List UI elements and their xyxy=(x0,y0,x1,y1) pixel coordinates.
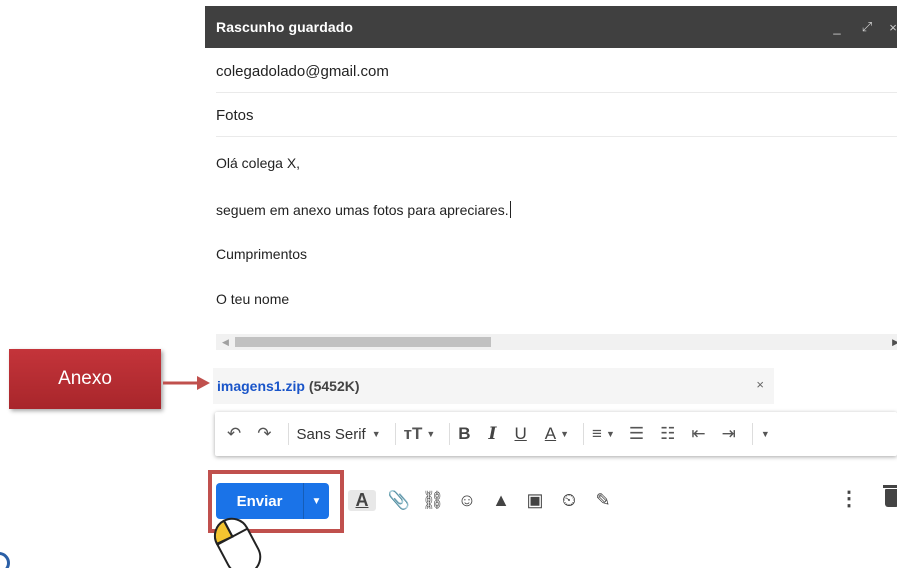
toolbar-divider xyxy=(751,423,753,445)
bold-button[interactable]: B xyxy=(458,424,470,444)
remove-attachment-icon[interactable]: × xyxy=(756,377,764,392)
text-cursor xyxy=(509,201,511,218)
underline-button[interactable]: U xyxy=(515,424,527,444)
chevron-down-icon[interactable]: ▼ xyxy=(372,429,381,439)
chevron-down-icon[interactable]: ▼ xyxy=(560,429,569,439)
chevron-down-icon[interactable]: ▼ xyxy=(426,429,435,439)
toolbar-divider xyxy=(449,423,451,445)
window-controls: _ ⤢ × xyxy=(829,6,897,48)
text-size-icon[interactable]: ᴛT xyxy=(404,424,423,444)
scroll-right-icon[interactable]: ▶ xyxy=(892,337,897,348)
subject-field[interactable]: Fotos xyxy=(216,94,897,137)
align-icon[interactable]: ≡ xyxy=(592,424,602,444)
redo-icon[interactable]: ↷ xyxy=(257,424,271,444)
minimize-icon[interactable]: _ xyxy=(829,20,845,35)
to-field-value: colegadolado@gmail.com xyxy=(216,62,389,80)
attachment-size: (5452K) xyxy=(308,378,360,394)
insert-photo-icon[interactable]: ▣ xyxy=(518,490,552,511)
close-icon[interactable]: × xyxy=(889,20,897,35)
indent-more-icon[interactable]: ⇥ xyxy=(722,424,736,444)
attachment-filename[interactable]: imagens1.zip xyxy=(217,378,305,394)
annotation-arrow-icon xyxy=(163,376,210,390)
mouse-click-icon xyxy=(213,517,262,568)
undo-icon[interactable]: ↶ xyxy=(227,424,241,444)
toolbar-divider xyxy=(394,423,396,445)
confidential-mode-icon[interactable]: ⏲ xyxy=(552,490,586,511)
discard-draft-icon[interactable] xyxy=(883,485,897,507)
insert-link-icon[interactable]: ⛓ xyxy=(416,490,450,511)
google-drive-icon[interactable]: ▲ xyxy=(484,490,518,511)
body-line-1-text: seguem em anexo umas fotos para apreciar… xyxy=(216,202,509,218)
subject-field-value: Fotos xyxy=(216,106,254,124)
horizontal-scrollbar[interactable]: ◀ ▶ xyxy=(216,334,897,350)
numbered-list-icon[interactable]: ☰ xyxy=(629,424,644,444)
formatting-toolbar: ↶ ↷ Sans Serif ▼ ᴛT ▼ B I U A ▼ ≡ ▼ ☰ ☷ … xyxy=(215,412,897,456)
body-signature[interactable]: O teu nome xyxy=(216,291,289,307)
attach-file-icon[interactable]: 📎 xyxy=(382,490,416,511)
bulleted-list-icon[interactable]: ☷ xyxy=(660,424,675,444)
corner-decoration xyxy=(0,552,10,568)
body-greeting[interactable]: Olá colega X, xyxy=(216,155,300,171)
more-formatting-icon[interactable]: ▼ xyxy=(761,429,770,439)
indent-less-icon[interactable]: ⇤ xyxy=(691,424,705,444)
compose-titlebar[interactable]: Rascunho guardado _ ⤢ × xyxy=(205,6,897,48)
to-field[interactable]: colegadolado@gmail.com xyxy=(216,50,897,93)
text-color-icon[interactable]: A xyxy=(545,424,556,444)
more-options-icon[interactable]: ⋮ xyxy=(839,486,859,511)
compose-title: Rascunho guardado xyxy=(216,19,354,35)
toolbar-divider xyxy=(287,423,289,445)
formatting-options-icon[interactable]: A xyxy=(348,489,376,511)
body-line-1[interactable]: seguem em anexo umas fotos para apreciar… xyxy=(216,201,511,218)
font-select[interactable]: Sans Serif xyxy=(297,426,366,443)
emoji-icon[interactable]: ☺ xyxy=(450,490,484,511)
compose-action-icons: A 📎 ⛓ ☺ ▲ ▣ ⏲ ✎ xyxy=(348,485,620,515)
scrollbar-thumb[interactable] xyxy=(235,337,491,347)
toolbar-divider xyxy=(583,423,585,445)
fullscreen-icon[interactable]: ⤢ xyxy=(859,19,875,35)
signature-icon[interactable]: ✎ xyxy=(586,490,620,511)
italic-button[interactable]: I xyxy=(489,424,497,444)
annotation-label: Anexo xyxy=(9,349,161,409)
attachment-chip[interactable]: imagens1.zip (5452K) × xyxy=(213,368,774,404)
body-closing[interactable]: Cumprimentos xyxy=(216,246,307,262)
chevron-down-icon[interactable]: ▼ xyxy=(606,429,615,439)
scroll-left-icon[interactable]: ◀ xyxy=(222,337,229,348)
